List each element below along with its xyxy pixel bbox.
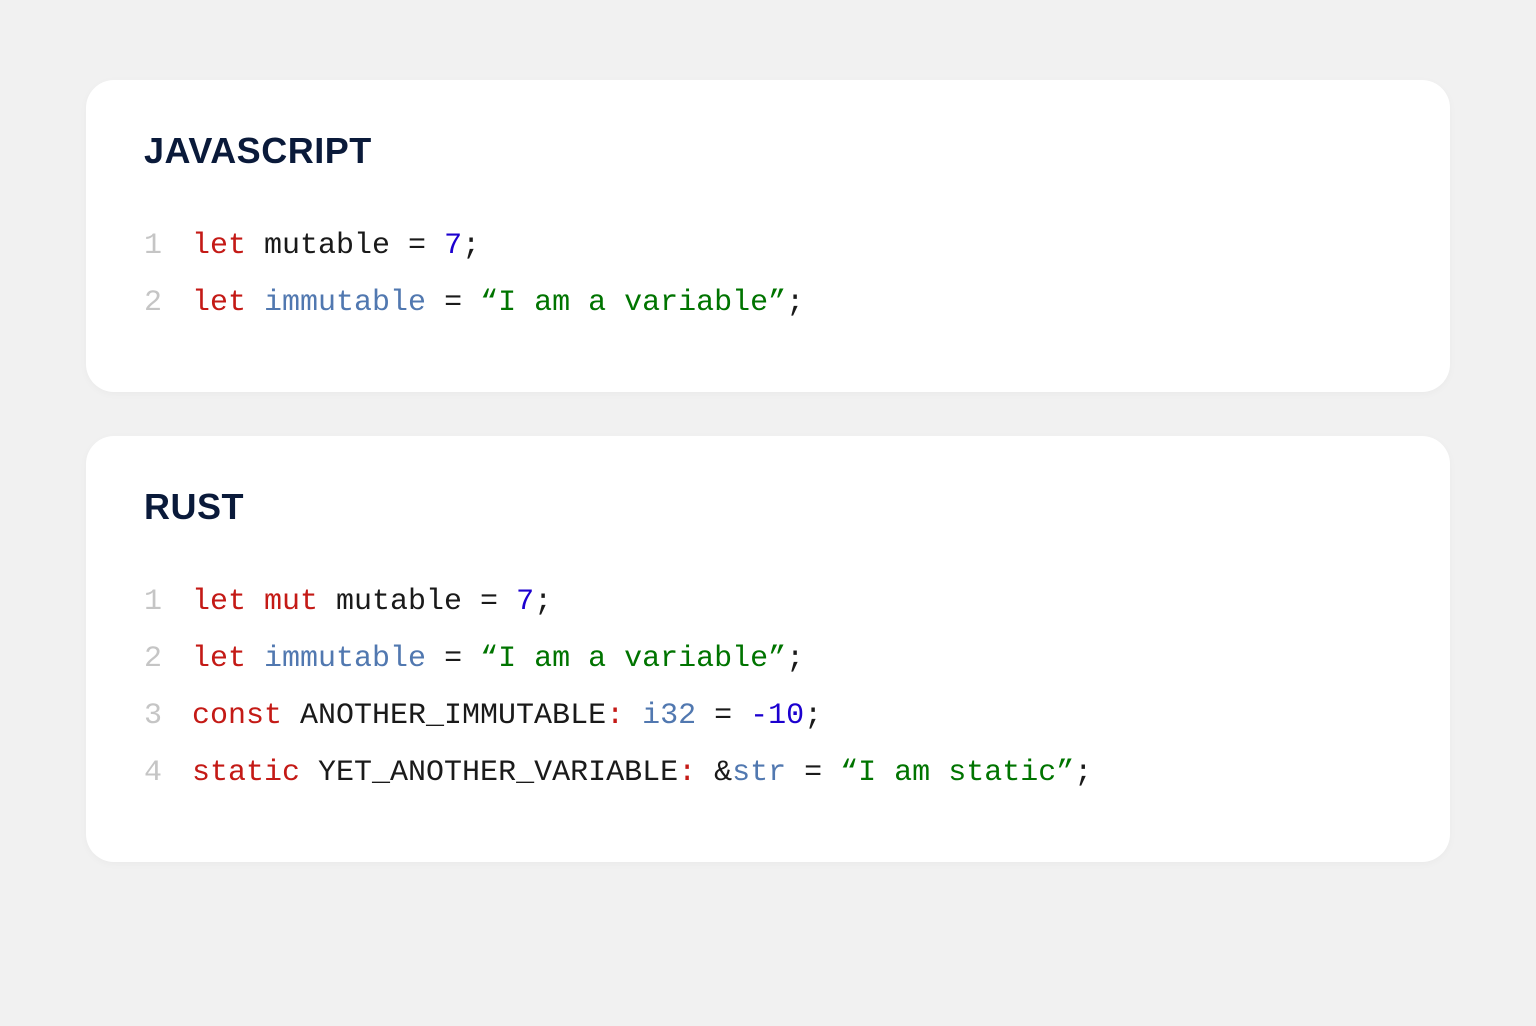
card-title: JAVASCRIPT — [144, 130, 1392, 172]
code-token: ANOTHER_IMMUTABLE — [282, 699, 606, 733]
code-token — [246, 286, 264, 320]
code-token: static — [192, 756, 300, 790]
code-token: : — [606, 699, 624, 733]
line-content: const ANOTHER_IMMUTABLE: i32 = -10; — [192, 688, 822, 745]
code-token: 7 — [516, 585, 534, 619]
code-line: 1let mutable = 7; — [144, 218, 1392, 275]
code-token: ; — [786, 642, 804, 676]
code-card-javascript: JAVASCRIPT1let mutable = 7;2let immutabl… — [86, 80, 1450, 392]
line-content: let immutable = “I am a variable”; — [192, 631, 804, 688]
code-token: = — [408, 229, 444, 263]
line-number: 3 — [144, 688, 192, 745]
code-token: str — [732, 756, 786, 790]
line-number: 4 — [144, 745, 192, 802]
code-line: 4static YET_ANOTHER_VARIABLE: &str = “I … — [144, 745, 1392, 802]
code-token: const — [192, 699, 282, 733]
code-token — [624, 699, 642, 733]
code-token: : — [678, 756, 696, 790]
line-content: let mut mutable = 7; — [192, 574, 552, 631]
code-card-rust: RUST1let mut mutable = 7;2let immutable … — [86, 436, 1450, 862]
code-line: 2let immutable = “I am a variable”; — [144, 631, 1392, 688]
code-token: i32 — [642, 699, 696, 733]
code-token: ; — [786, 286, 804, 320]
code-token: let — [192, 229, 246, 263]
code-token: ; — [804, 699, 822, 733]
code-token: ; — [534, 585, 552, 619]
code-line: 2let immutable = “I am a variable”; — [144, 275, 1392, 332]
code-token: immutable — [264, 642, 426, 676]
code-token: “I am a variable” — [480, 642, 786, 676]
code-line: 3const ANOTHER_IMMUTABLE: i32 = -10; — [144, 688, 1392, 745]
line-content: static YET_ANOTHER_VARIABLE: &str = “I a… — [192, 745, 1092, 802]
code-token: let mut — [192, 585, 318, 619]
code-token — [246, 642, 264, 676]
code-token: YET_ANOTHER_VARIABLE — [300, 756, 678, 790]
card-title: RUST — [144, 486, 1392, 528]
line-number: 2 — [144, 275, 192, 332]
code-line: 1let mut mutable = 7; — [144, 574, 1392, 631]
code-token: let — [192, 286, 246, 320]
code-token: mutable — [246, 229, 408, 263]
code-token: “I am a variable” — [480, 286, 786, 320]
line-content: let immutable = “I am a variable”; — [192, 275, 804, 332]
code-token: = — [426, 642, 480, 676]
code-comparison-container: JAVASCRIPT1let mutable = 7;2let immutabl… — [86, 80, 1450, 862]
code-token: 7 — [444, 229, 462, 263]
code-token: & — [714, 756, 732, 790]
code-token: = — [696, 699, 750, 733]
line-content: let mutable = 7; — [192, 218, 480, 275]
line-number: 1 — [144, 574, 192, 631]
line-number: 1 — [144, 218, 192, 275]
code-token: “I am static” — [840, 756, 1074, 790]
code-token: mutable = — [318, 585, 516, 619]
code-token: immutable — [264, 286, 426, 320]
code-token: let — [192, 642, 246, 676]
code-token — [696, 756, 714, 790]
code-token: -10 — [750, 699, 804, 733]
code-token: ; — [462, 229, 480, 263]
code-token: ; — [1074, 756, 1092, 790]
code-token: = — [786, 756, 840, 790]
code-token: = — [426, 286, 480, 320]
line-number: 2 — [144, 631, 192, 688]
